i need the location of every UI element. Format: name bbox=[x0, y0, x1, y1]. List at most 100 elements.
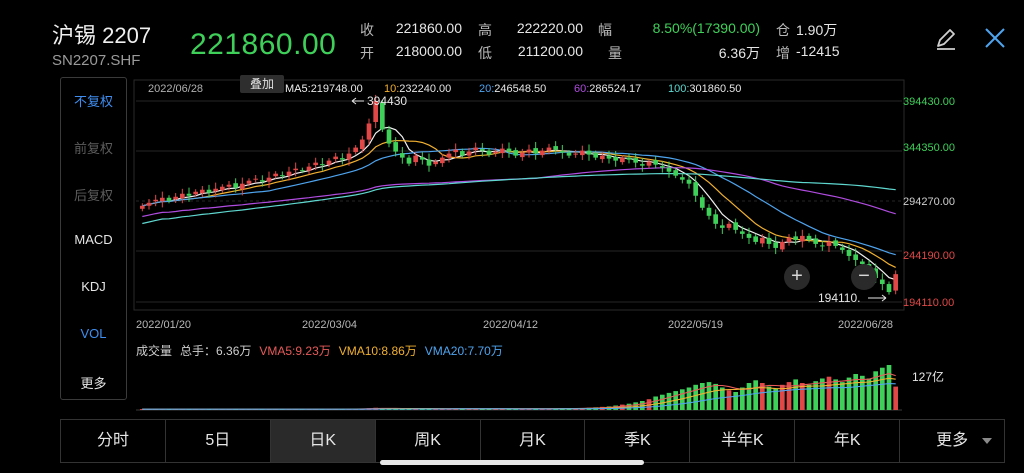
volume-bar bbox=[726, 390, 732, 410]
y-axis-ticks: 394430.00 344350.00 294270.00 244190.00 1941… bbox=[903, 96, 955, 309]
candle-body bbox=[300, 170, 305, 172]
candle-body bbox=[440, 157, 445, 164]
candle-body bbox=[700, 197, 705, 208]
candle-body bbox=[166, 197, 172, 201]
candle-body bbox=[140, 205, 145, 209]
candle-body bbox=[220, 186, 225, 191]
tab-halfyear-k[interactable]: 半年K bbox=[690, 420, 796, 462]
volume-bar bbox=[880, 367, 885, 410]
tab-monthly-k[interactable]: 月K bbox=[481, 420, 586, 462]
candle-body bbox=[386, 129, 392, 144]
candle-body bbox=[746, 233, 752, 238]
tab-intraday[interactable]: 分时 bbox=[61, 420, 166, 462]
candle-body bbox=[453, 149, 458, 153]
volume-bar bbox=[840, 382, 845, 410]
candle-body bbox=[553, 146, 558, 150]
candle-body bbox=[646, 161, 652, 166]
candle-body bbox=[173, 196, 178, 200]
candle-body bbox=[706, 207, 712, 216]
candle-body bbox=[893, 274, 898, 291]
volume-bar bbox=[793, 379, 798, 410]
candle-body bbox=[733, 222, 738, 230]
candle-body bbox=[853, 254, 858, 260]
candle-body bbox=[760, 237, 765, 244]
candle-body bbox=[500, 148, 505, 154]
candle-body bbox=[580, 150, 585, 156]
ma5-legend: MA5:219748.00 bbox=[285, 83, 363, 95]
candle-body bbox=[573, 153, 578, 155]
candle-body bbox=[680, 177, 685, 180]
tab-weekly-k[interactable]: 周K bbox=[376, 420, 481, 462]
volume-bar bbox=[766, 386, 772, 410]
candle-body bbox=[526, 149, 532, 153]
candle-body bbox=[233, 183, 238, 188]
tab-daily-k[interactable]: 日K bbox=[270, 420, 376, 462]
candle-body bbox=[800, 235, 805, 242]
candle-body bbox=[426, 159, 432, 166]
candle-body bbox=[633, 158, 638, 163]
candle-body bbox=[620, 157, 625, 163]
candle-body bbox=[826, 241, 832, 246]
candle-body bbox=[740, 231, 745, 234]
volume-bar bbox=[893, 386, 898, 410]
candle-body bbox=[613, 157, 618, 161]
volume-bar bbox=[746, 383, 752, 410]
volume-bar bbox=[846, 377, 852, 410]
zoom-in-button[interactable]: + bbox=[784, 264, 810, 290]
candle-body bbox=[326, 160, 332, 165]
candle-body bbox=[766, 237, 772, 244]
candle-body bbox=[600, 155, 605, 160]
zoom-out-button[interactable]: − bbox=[851, 264, 877, 290]
tab-yearly-k[interactable]: 年K bbox=[795, 420, 901, 462]
ma-legend: MA5:219748.00 10:232240.00 20:246548.50 … bbox=[285, 83, 741, 95]
ma60-legend: 60:286524.17 bbox=[574, 83, 641, 95]
candle-body bbox=[846, 249, 852, 256]
candle-body bbox=[460, 151, 465, 156]
candle-body bbox=[513, 150, 518, 156]
candle-body bbox=[813, 238, 818, 244]
volume-max-label: 127亿 bbox=[912, 369, 944, 384]
candle-body bbox=[653, 160, 658, 165]
candle-body bbox=[833, 240, 838, 246]
candle-body bbox=[473, 147, 478, 151]
candle-body bbox=[886, 284, 892, 293]
candle-body bbox=[266, 177, 272, 182]
tab-5day[interactable]: 5日 bbox=[166, 420, 271, 462]
candle-body bbox=[226, 184, 232, 187]
home-indicator bbox=[380, 460, 644, 465]
candle-body bbox=[713, 214, 718, 224]
volume-bar bbox=[713, 383, 718, 410]
y-tick-label: 244190.00 bbox=[903, 250, 955, 262]
candle-body bbox=[306, 166, 312, 171]
candle-body bbox=[506, 148, 512, 152]
candle-body bbox=[146, 202, 152, 206]
tab-quarterly-k[interactable]: 季K bbox=[585, 420, 691, 462]
candle-body bbox=[726, 223, 732, 228]
candle-body bbox=[753, 236, 758, 242]
candles bbox=[140, 94, 898, 295]
candle-body bbox=[346, 153, 352, 160]
candle-body bbox=[366, 123, 372, 140]
candle-body bbox=[420, 157, 425, 160]
ma20-legend: 20:246548.50 bbox=[479, 83, 546, 95]
kline-chart[interactable]: 2022/06/28 MA5:219748.00 10:232240.00 20… bbox=[0, 0, 1024, 473]
candle-body bbox=[206, 189, 212, 193]
candle-body bbox=[273, 173, 278, 177]
candle-body bbox=[480, 149, 485, 151]
candle-body bbox=[586, 150, 592, 155]
candle-body bbox=[200, 189, 205, 194]
candle-body bbox=[400, 153, 405, 158]
candle-body bbox=[333, 156, 338, 160]
candle-body bbox=[560, 151, 565, 153]
period-tabs: 分时 5日 日K 周K 月K 季K 半年K 年K 更多 bbox=[60, 419, 1005, 463]
volume-bar bbox=[860, 375, 865, 410]
overlay-button[interactable]: 叠加 bbox=[240, 75, 284, 93]
ma-line bbox=[142, 147, 896, 256]
tab-more[interactable]: 更多 bbox=[900, 420, 1004, 462]
volume-bar bbox=[886, 365, 892, 410]
candle-body bbox=[533, 148, 538, 154]
candle-body bbox=[280, 175, 285, 177]
x-tick-label: 2022/06/28 bbox=[838, 319, 893, 331]
candle-body bbox=[433, 161, 438, 165]
volume-bar bbox=[740, 387, 745, 410]
